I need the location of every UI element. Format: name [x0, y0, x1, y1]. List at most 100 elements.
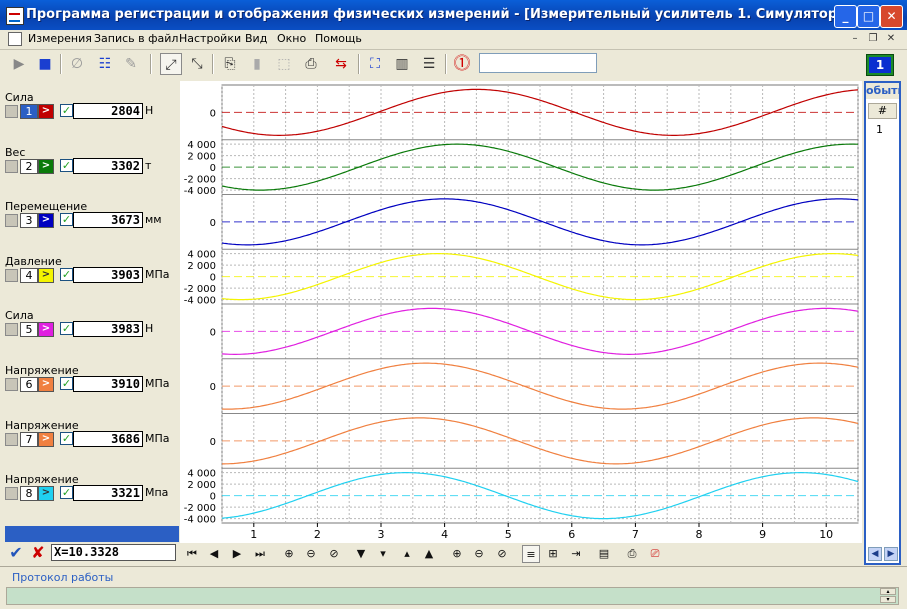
channel-toggle[interactable] [5, 432, 18, 446]
zoom-reset-icon[interactable]: ⊘ [325, 545, 343, 563]
x-tick-label: 6 [568, 528, 575, 541]
arrow-left-right-icon[interactable]: ⇆ [330, 53, 352, 75]
scroll-down-icon[interactable]: ▼ [352, 545, 370, 563]
channel-toggle[interactable] [5, 487, 18, 501]
events-row[interactable]: 1 [876, 123, 883, 136]
copy-icon[interactable]: ⎘ [219, 53, 241, 75]
mdi-minimize-button[interactable]: – [848, 32, 862, 46]
play-icon[interactable]: ▶ [8, 53, 30, 75]
graph-mode-icon[interactable]: ⤢ [160, 53, 182, 75]
channel-visible-checkbox[interactable]: ✓ [60, 267, 73, 281]
alert-icon[interactable]: ⓵ [451, 53, 473, 75]
stop-icon[interactable]: ■ [34, 53, 56, 75]
mdi-restore-button[interactable]: ❐ [866, 32, 880, 46]
rows-icon[interactable]: ☰ [418, 53, 440, 75]
scroll-left-icon[interactable]: ◀ [868, 547, 882, 561]
maximize-button[interactable]: □ [857, 5, 880, 28]
status-indicator: 1 [866, 54, 894, 76]
shrink-icon[interactable]: ⬚ [273, 53, 295, 75]
fit-icon[interactable]: ⛶ [364, 53, 386, 75]
channel-number: 8 [20, 486, 38, 502]
channel-color-button[interactable]: > [38, 486, 54, 502]
save-chart-icon[interactable]: ⎚ [646, 545, 664, 563]
x-tick-label: 8 [696, 528, 703, 541]
channel-toggle[interactable] [5, 105, 18, 118]
channel-visible-checkbox[interactable]: ✓ [60, 486, 73, 500]
menu-settings[interactable]: Настройки [179, 32, 241, 45]
channel-visible-checkbox[interactable]: ✓ [60, 213, 73, 227]
plot-area[interactable]: 04 000 2 000 0 -2 000 -4 000 0 4 000 2 000 0 -2 0… [180, 81, 862, 543]
go-last-icon[interactable]: ⏭ [251, 545, 269, 563]
move-up-icon[interactable]: ▴ [398, 545, 416, 563]
protocol-title: Протокол работы [12, 571, 114, 584]
zoom-y-reset-icon[interactable]: ⊘ [493, 545, 511, 563]
menu-view[interactable]: Вид [245, 32, 267, 45]
go-next-icon[interactable]: ▶ [228, 545, 246, 563]
channel-toggle[interactable] [5, 268, 18, 282]
menu-measurements[interactable]: Измерения [28, 32, 92, 45]
accept-icon[interactable]: ✔ [6, 543, 26, 563]
calibrate-icon[interactable]: ✎ [120, 53, 142, 75]
protocol-log[interactable] [6, 587, 899, 605]
channel-color-button[interactable]: > [38, 322, 54, 338]
minimize-button[interactable]: _ [834, 5, 857, 28]
channel-visible-checkbox[interactable]: ✓ [60, 377, 73, 390]
channel-color-button[interactable]: > [38, 104, 54, 119]
channel-toggle[interactable] [5, 214, 18, 228]
mdi-close-button[interactable]: ✕ [884, 32, 898, 46]
cursor-jump-icon[interactable]: ⇥ [567, 545, 585, 563]
bookmark-icon[interactable]: ▮ [246, 53, 268, 75]
graph-scale-icon[interactable]: ⤡ [186, 53, 208, 75]
channel-color-button[interactable]: > [38, 213, 54, 229]
reject-icon[interactable]: ✘ [28, 543, 48, 563]
toolbar-input[interactable] [479, 53, 597, 73]
channel-color-button[interactable]: > [38, 377, 54, 392]
menu-window[interactable]: Окно [277, 32, 306, 45]
channel-toggle[interactable] [5, 159, 18, 173]
channel-visible-checkbox[interactable]: ✓ [60, 431, 73, 445]
channel-color-button[interactable]: > [38, 431, 54, 447]
protocol-scroll-up[interactable]: ▴ [880, 588, 896, 595]
close-button[interactable]: ✕ [880, 5, 903, 28]
channel-row: Сила 1 > ✓ 2804 Н [0, 81, 180, 135]
channel-toggle[interactable] [5, 323, 18, 337]
menu-record-to-file[interactable]: Запись в файл [94, 32, 178, 45]
print-chart-icon[interactable]: ⎙ [623, 545, 641, 563]
view-icon[interactable]: ▤ [595, 545, 613, 563]
scroll-right-icon[interactable]: ▶ [884, 547, 898, 561]
zoom-in-icon[interactable]: ⊕ [280, 545, 298, 563]
channel-value: 3302 [73, 157, 143, 174]
channel-visible-checkbox[interactable]: ✓ [60, 104, 73, 117]
protocol-scroll-down[interactable]: ▾ [880, 596, 896, 603]
main-toolbar: ▶ ■ ∅ ☷ ✎ ⤢ ⤡ ⎘ ▮ ⬚ ⎙ ⇆ ⛶ ▥ ☰ ⓵ [0, 50, 907, 80]
zoom-y-in-icon[interactable]: ⊕ [448, 545, 466, 563]
channel-number: 6 [20, 377, 38, 392]
stack-mode-icon[interactable]: ≡ [522, 545, 540, 563]
zoom-out-icon[interactable]: ⊖ [302, 545, 320, 563]
channel-visible-checkbox[interactable]: ✓ [60, 322, 73, 336]
events-column-header[interactable]: # [868, 103, 897, 119]
scroll-up-icon[interactable]: ▲ [420, 545, 438, 563]
columns-icon[interactable]: ▥ [391, 53, 413, 75]
document-icon[interactable] [8, 32, 22, 46]
channel-color-button[interactable]: > [38, 267, 54, 283]
zoom-y-out-icon[interactable]: ⊖ [470, 545, 488, 563]
channel-unit: МПа [145, 431, 170, 445]
channel-toggle[interactable] [5, 378, 18, 391]
menu-help[interactable]: Помощь [315, 32, 362, 45]
channel-color-button[interactable]: > [38, 158, 54, 174]
marker-icon[interactable]: ⊞ [544, 545, 562, 563]
channel-name: Напряжение [5, 473, 79, 487]
print-icon[interactable]: ⎙ [300, 53, 322, 75]
signal-chart[interactable]: 04 0002 0000-2 000-4 00004 0002 0000-2 0… [180, 81, 862, 543]
go-first-icon[interactable]: ⏮ [183, 545, 201, 563]
y-tick-label: -2 000 [184, 284, 216, 295]
x-tick-label: 9 [759, 528, 766, 541]
move-down-icon[interactable]: ▾ [374, 545, 392, 563]
app-icon[interactable] [6, 7, 24, 25]
channel-value: 3673 [73, 212, 143, 229]
channel-list-icon[interactable]: ☷ [94, 53, 116, 75]
zero-icon[interactable]: ∅ [66, 53, 88, 75]
go-prev-icon[interactable]: ◀ [205, 545, 223, 563]
channel-visible-checkbox[interactable]: ✓ [60, 158, 73, 172]
